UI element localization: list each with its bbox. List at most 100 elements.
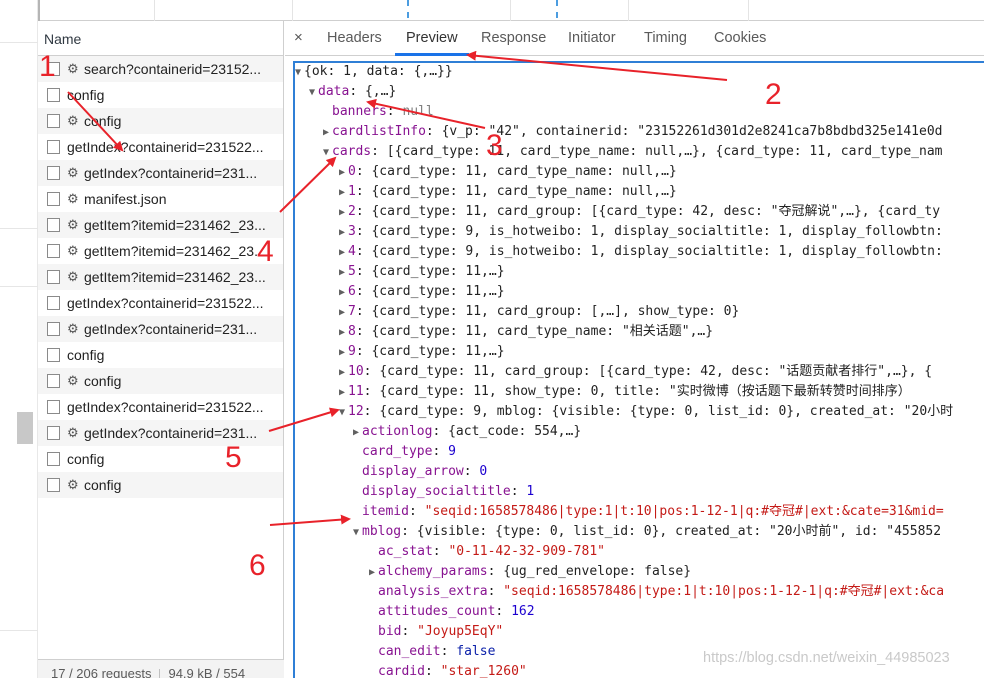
request-row[interactable]: ⚙ config: [38, 472, 283, 498]
json-line[interactable]: ▶ 0: {card_type: 11, card_type_name: null…: [339, 162, 677, 182]
json-line[interactable]: ▼ {ok: 1, data: {,…}}: [295, 63, 453, 83]
expanded-triangle-icon[interactable]: ▼: [309, 83, 318, 103]
splitter-handle[interactable]: [17, 412, 33, 444]
tab-headers[interactable]: Headers: [327, 30, 382, 46]
json-line[interactable]: ▶ 9: {card_type: 11,…}: [339, 342, 505, 362]
request-checkbox[interactable]: [47, 166, 60, 180]
left-gutter: [0, 0, 38, 678]
request-checkbox[interactable]: [47, 452, 60, 466]
json-value: 1: [526, 484, 535, 499]
name-column-header[interactable]: Name: [38, 21, 283, 56]
request-checkbox[interactable]: [47, 88, 60, 102]
collapsed-triangle-icon[interactable]: ▶: [339, 163, 348, 183]
json-key: 0: [348, 164, 356, 179]
collapsed-triangle-icon[interactable]: ▶: [339, 283, 348, 303]
expanded-triangle-icon[interactable]: ▼: [323, 143, 332, 163]
json-line[interactable]: ▶ 10: {card_type: 11, card_group: [{card_…: [339, 362, 932, 382]
request-checkbox[interactable]: [47, 244, 60, 258]
request-checkbox[interactable]: [47, 426, 60, 440]
json-preview[interactable]: ▼ {ok: 1, data: {,…}} ▼ data: {,…} banners: …: [293, 61, 984, 678]
request-checkbox[interactable]: [47, 400, 60, 414]
gear-icon: ⚙: [67, 243, 79, 258]
json-value: {,…}: [364, 84, 397, 99]
tab-timing[interactable]: Timing: [644, 30, 687, 46]
collapsed-triangle-icon[interactable]: ▶: [339, 263, 348, 283]
collapsed-triangle-icon[interactable]: ▶: [339, 203, 348, 223]
json-line[interactable]: ▶ cardlistInfo: {v_p: "42", containerid: …: [323, 122, 942, 142]
tab-cookies[interactable]: Cookies: [714, 30, 766, 46]
collapsed-triangle-icon[interactable]: ▶: [339, 243, 348, 263]
tab-response[interactable]: Response: [481, 30, 546, 46]
request-checkbox[interactable]: [47, 296, 60, 310]
request-row[interactable]: ⚙ getItem?itemid=231462_23...: [38, 264, 283, 290]
request-checkbox[interactable]: [47, 322, 60, 336]
expanded-triangle-icon[interactable]: ▼: [339, 403, 348, 423]
request-checkbox[interactable]: [47, 218, 60, 232]
request-checkbox[interactable]: [47, 348, 60, 362]
json-line[interactable]: ▶ alchemy_params: {ug_red_envelope: false…: [369, 562, 691, 582]
request-row[interactable]: config: [38, 82, 283, 108]
json-key: cardid: [378, 664, 425, 678]
json-line[interactable]: ▶ 6: {card_type: 11,…}: [339, 282, 505, 302]
json-line[interactable]: ▶ 1: {card_type: 11, card_type_name: null…: [339, 182, 677, 202]
expanded-triangle-icon[interactable]: ▼: [353, 523, 362, 543]
request-checkbox[interactable]: [47, 374, 60, 388]
tab-initiator[interactable]: Initiator: [568, 30, 616, 46]
json-line: can_edit: false: [369, 642, 495, 662]
request-checkbox[interactable]: [47, 140, 60, 154]
json-value: {card_type: 9, is_hotweibo: 1, display_s…: [371, 244, 943, 259]
request-row[interactable]: getIndex?containerid=231522...: [38, 394, 283, 420]
json-line[interactable]: ▶ actionlog: {act_code: 554,…}: [353, 422, 581, 442]
collapsed-triangle-icon[interactable]: ▶: [339, 343, 348, 363]
json-line[interactable]: ▶ 5: {card_type: 11,…}: [339, 262, 505, 282]
json-line[interactable]: ▶ 8: {card_type: 11, card_type_name: "相关话…: [339, 322, 713, 342]
collapsed-triangle-icon[interactable]: ▶: [339, 183, 348, 203]
request-row[interactable]: ⚙ getIndex?containerid=231...: [38, 160, 283, 186]
json-colon: :: [440, 644, 457, 659]
json-line[interactable]: ▶ 3: {card_type: 9, is_hotweibo: 1, displ…: [339, 222, 943, 242]
detail-tabbar: × Headers Preview Response Initiator Tim…: [285, 21, 984, 56]
json-line[interactable]: ▶ 7: {card_type: 11, card_group: [,…], sh…: [339, 302, 739, 322]
json-value: null: [402, 104, 434, 119]
json-line[interactable]: ▼ data: {,…}: [309, 82, 396, 102]
request-row[interactable]: getIndex?containerid=231522...: [38, 290, 283, 316]
json-line[interactable]: ▶ 2: {card_type: 11, card_group: [{card_t…: [339, 202, 940, 222]
collapsed-triangle-icon[interactable]: ▶: [339, 323, 348, 343]
request-row[interactable]: config: [38, 446, 283, 472]
json-colon: :: [355, 224, 372, 239]
request-row[interactable]: ⚙ manifest.json: [38, 186, 283, 212]
collapsed-triangle-icon[interactable]: ▶: [339, 383, 348, 403]
json-line[interactable]: ▼ mblog: {visible: {type: 0, list_id: 0},…: [353, 522, 941, 542]
request-checkbox[interactable]: [47, 114, 60, 128]
request-row[interactable]: getIndex?containerid=231522...: [38, 134, 283, 160]
collapsed-triangle-icon[interactable]: ▶: [369, 563, 378, 583]
request-checkbox[interactable]: [47, 478, 60, 492]
request-row[interactable]: ⚙ getItem?itemid=231462_23...: [38, 238, 283, 264]
request-row[interactable]: ⚙ getIndex?containerid=231...: [38, 420, 283, 446]
json-key: analysis_extra: [378, 584, 488, 599]
json-line[interactable]: ▼ 12: {card_type: 9, mblog: {visible: {ty…: [339, 402, 953, 422]
request-checkbox[interactable]: [47, 192, 60, 206]
request-row[interactable]: config: [38, 342, 283, 368]
request-row[interactable]: ⚙ search?containerid=23152...: [38, 56, 283, 82]
collapsed-triangle-icon[interactable]: ▶: [339, 223, 348, 243]
json-line[interactable]: ▼ cards: [{card_type: 11, card_type_name:…: [323, 142, 943, 162]
request-row[interactable]: ⚙ config: [38, 108, 283, 134]
annotation-label-2: 2: [765, 78, 782, 111]
request-checkbox[interactable]: [47, 270, 60, 284]
json-colon: :: [432, 544, 449, 559]
tab-preview[interactable]: Preview: [406, 30, 458, 46]
collapsed-triangle-icon[interactable]: ▶: [353, 423, 362, 443]
json-line[interactable]: ▶ 11: {card_type: 11, show_type: 0, title…: [339, 382, 911, 402]
request-row[interactable]: ⚙ config: [38, 368, 283, 394]
request-list-pane: Name ⚙ search?containerid=23152... config ⚙…: [38, 21, 284, 678]
collapsed-triangle-icon[interactable]: ▶: [339, 303, 348, 323]
json-line[interactable]: ▶ 4: {card_type: 9, is_hotweibo: 1, displ…: [339, 242, 943, 262]
collapsed-triangle-icon[interactable]: ▶: [339, 363, 348, 383]
timeline-overview[interactable]: [38, 0, 984, 21]
collapsed-triangle-icon[interactable]: ▶: [323, 123, 332, 143]
request-row[interactable]: ⚙ getItem?itemid=231462_23...: [38, 212, 283, 238]
close-icon[interactable]: ×: [294, 29, 303, 46]
expanded-triangle-icon[interactable]: ▼: [295, 63, 304, 83]
request-row[interactable]: ⚙ getIndex?containerid=231...: [38, 316, 283, 342]
